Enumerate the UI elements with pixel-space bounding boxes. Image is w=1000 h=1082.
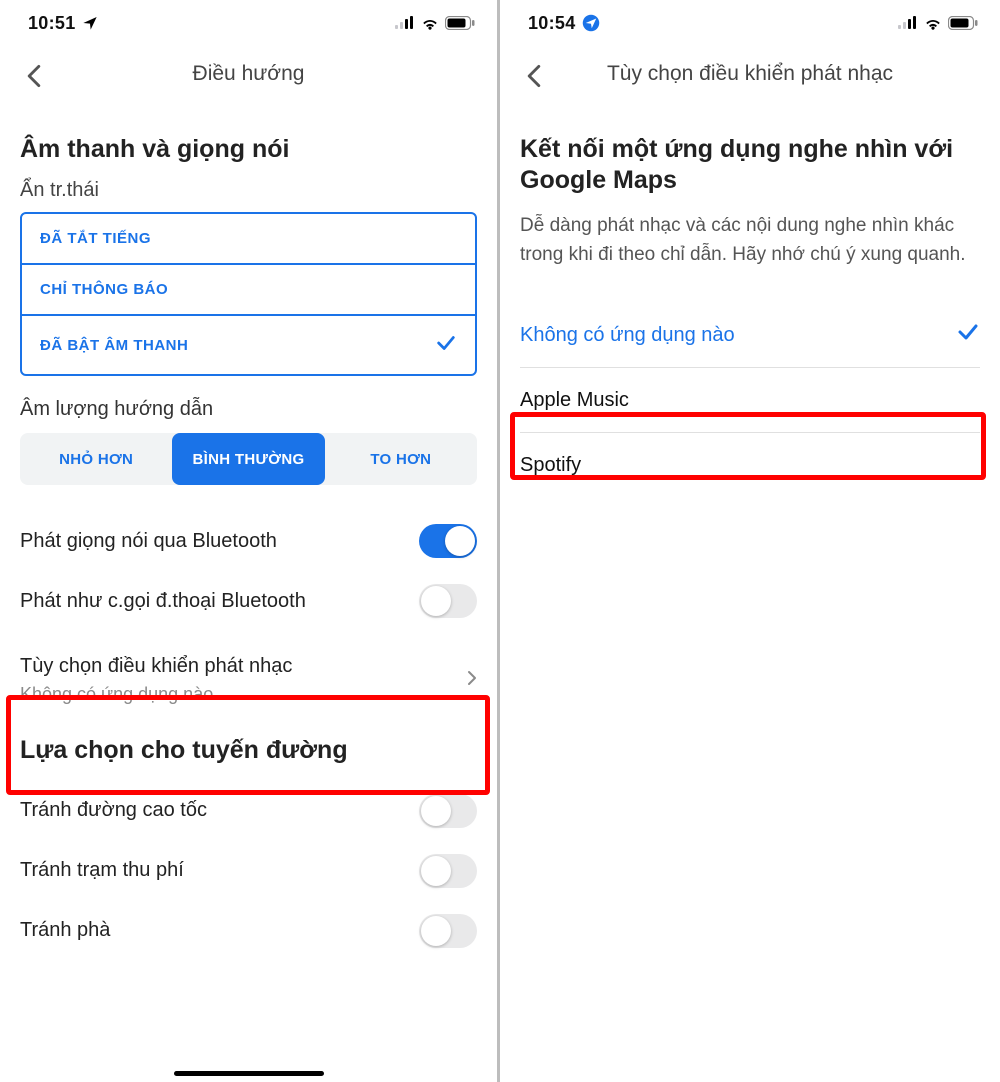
check-icon: [435, 332, 457, 358]
avoid-tolls-switch[interactable]: [419, 854, 477, 888]
back-button[interactable]: [16, 58, 52, 94]
cellular-icon: [395, 16, 415, 30]
bluetooth-call-switch[interactable]: [419, 584, 477, 618]
media-option-apple-music[interactable]: Apple Music: [520, 368, 980, 432]
guidance-volume-segmented: NHỎ HƠN BÌNH THƯỜNG TO HƠN: [20, 433, 477, 485]
screen-navigation-settings: 10:51: [0, 0, 500, 1082]
media-link-description: Dễ dàng phát nhạc và các nội dung nghe n…: [520, 211, 980, 270]
bottom-fade: [0, 1052, 497, 1082]
bluetooth-voice-label: Phát giọng nói qua Bluetooth: [20, 530, 277, 553]
avoid-highways-label: Tránh đường cao tốc: [20, 799, 207, 822]
volume-softer-button[interactable]: NHỎ HƠN: [20, 433, 172, 485]
battery-icon: [948, 16, 978, 30]
page-title: Điều hướng: [193, 62, 305, 86]
music-playback-title: Tùy chọn điều khiển phát nhạc: [20, 655, 292, 678]
battery-icon: [445, 16, 475, 30]
mute-option-unmuted[interactable]: ĐÃ BẬT ÂM THANH: [22, 314, 475, 374]
check-icon: [956, 320, 980, 350]
wifi-icon: [421, 16, 439, 30]
status-time: 10:51: [28, 13, 76, 34]
mute-option-alerts-only[interactable]: CHỈ THÔNG BÁO: [22, 263, 475, 314]
avoid-ferries-label: Tránh phà: [20, 919, 110, 942]
avoid-tolls-row: Tránh trạm thu phí: [20, 841, 477, 901]
mute-status-label: Ẩn tr.thái: [20, 179, 477, 202]
bluetooth-call-label: Phát như c.gọi đ.thoại Bluetooth: [20, 590, 306, 613]
mute-option-alerts-label: CHỈ THÔNG BÁO: [40, 281, 168, 298]
home-indicator[interactable]: [174, 1071, 324, 1076]
status-bar: 10:51: [0, 0, 497, 46]
status-bar: 10:54: [500, 0, 1000, 46]
section-sound-voice-title: Âm thanh và giọng nói: [20, 134, 477, 165]
mute-option-muted-label: ĐÃ TẮT TIẾNG: [40, 230, 151, 247]
location-circle-icon: [582, 14, 600, 32]
mute-option-unmuted-label: ĐÃ BẬT ÂM THANH: [40, 337, 188, 354]
bluetooth-voice-row: Phát giọng nói qua Bluetooth: [20, 511, 477, 571]
section-route-title: Lựa chọn cho tuyến đường: [20, 735, 477, 766]
media-option-apple-label: Apple Music: [520, 389, 629, 412]
media-option-none[interactable]: Không có ứng dụng nào: [520, 303, 980, 367]
cellular-icon: [898, 16, 918, 30]
mute-option-group: ĐÃ TẮT TIẾNG CHỈ THÔNG BÁO ĐÃ BẬT ÂM THA…: [20, 212, 477, 376]
music-playback-cell[interactable]: Tùy chọn điều khiển phát nhạc Không có ứ…: [20, 641, 477, 719]
screen-music-playback-options: 10:54: [500, 0, 1000, 1082]
page-title: Tùy chọn điều khiển phát nhạc: [607, 62, 893, 86]
media-option-none-label: Không có ứng dụng nào: [520, 324, 735, 347]
nav-header: Điều hướng: [0, 46, 497, 102]
avoid-highways-switch[interactable]: [419, 794, 477, 828]
avoid-tolls-label: Tránh trạm thu phí: [20, 859, 184, 882]
guidance-volume-label: Âm lượng hướng dẫn: [20, 398, 477, 421]
avoid-ferries-row: Tránh phà: [20, 901, 477, 961]
location-arrow-icon: [82, 15, 98, 31]
media-option-spotify-label: Spotify: [520, 454, 581, 477]
music-playback-subtitle: Không có ứng dụng nào: [20, 684, 292, 705]
media-option-spotify[interactable]: Spotify: [520, 433, 980, 497]
mute-option-muted[interactable]: ĐÃ TẮT TIẾNG: [22, 214, 475, 263]
back-button[interactable]: [516, 58, 552, 94]
chevron-right-icon: [467, 670, 477, 691]
bluetooth-voice-switch[interactable]: [419, 524, 477, 558]
volume-normal-button[interactable]: BÌNH THƯỜNG: [172, 433, 324, 485]
bluetooth-call-row: Phát như c.gọi đ.thoại Bluetooth: [20, 571, 477, 631]
media-link-heading: Kết nối một ứng dụng nghe nhìn với Googl…: [520, 134, 980, 197]
wifi-icon: [924, 16, 942, 30]
status-time: 10:54: [528, 13, 576, 34]
nav-header: Tùy chọn điều khiển phát nhạc: [500, 46, 1000, 102]
avoid-ferries-switch[interactable]: [419, 914, 477, 948]
volume-louder-button[interactable]: TO HƠN: [325, 433, 477, 485]
chevron-left-icon: [26, 64, 42, 88]
avoid-highways-row: Tránh đường cao tốc: [20, 781, 477, 841]
chevron-left-icon: [526, 64, 542, 88]
